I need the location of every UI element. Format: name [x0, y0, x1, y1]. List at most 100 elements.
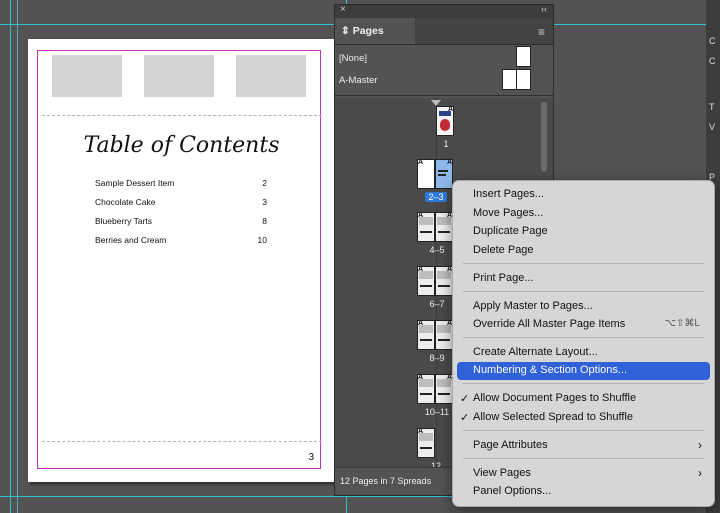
menu-item-panel-options[interactable]: Panel Options...	[457, 483, 710, 501]
toc-entry[interactable]: Blueberry Tarts 8	[95, 216, 267, 230]
scrollbar[interactable]	[541, 102, 547, 172]
menu-item-label: Duplicate Page	[473, 225, 548, 237]
toc-entry-name: Sample Dessert Item	[95, 178, 175, 188]
page-thumbnail[interactable]: A	[417, 320, 435, 350]
master-letter: A	[418, 159, 424, 166]
master-letter: A	[418, 428, 424, 435]
menu-item-label: Numbering & Section Options...	[473, 364, 628, 376]
cover-image	[440, 119, 450, 131]
toc-entry[interactable]: Chocolate Cake 3	[95, 197, 267, 211]
toc-entry-name: Chocolate Cake	[95, 197, 156, 207]
menu-item-numbering-section-options[interactable]: Numbering & Section Options...	[457, 362, 710, 380]
menu-separator	[463, 291, 704, 292]
master-letter: A	[446, 159, 452, 166]
sort-arrows-icon: ⇕	[341, 25, 353, 37]
spread-label: 8–9	[429, 353, 445, 363]
keyboard-shortcut: ⌥⇧⌘L	[664, 318, 700, 329]
master-label: [None]	[339, 53, 367, 64]
text-line	[420, 447, 432, 449]
page-thumbnail[interactable]: A	[436, 106, 454, 136]
toc-entry-page: 3	[262, 197, 267, 207]
spread-label: 10–11	[424, 407, 450, 417]
menu-separator	[463, 383, 704, 384]
page-margin-frame	[37, 50, 321, 469]
menu-item-create-alternate-layout[interactable]: Create Alternate Layout...	[457, 344, 710, 362]
master-label: A-Master	[339, 75, 378, 86]
menu-item-move-pages[interactable]: Move Pages...	[457, 205, 710, 223]
text-line	[438, 393, 450, 395]
menu-separator	[463, 337, 704, 338]
checkmark-icon: ✓	[460, 412, 470, 424]
menu-separator	[463, 458, 704, 459]
spread-label: 1	[443, 139, 449, 149]
page-count-status: 12 Pages in 7 Spreads	[340, 476, 432, 486]
text-line	[420, 393, 432, 395]
menu-item-apply-master[interactable]: Apply Master to Pages...	[457, 298, 710, 316]
text-line	[438, 170, 448, 172]
menu-item-delete-page[interactable]: Delete Page	[457, 242, 710, 260]
dashed-rule	[42, 441, 322, 442]
toc-entry-page: 10	[257, 235, 267, 245]
page-thumbnail[interactable]: A	[417, 374, 435, 404]
collapse-icon[interactable]: ‹‹	[541, 4, 547, 14]
page-thumbnail[interactable]: A	[435, 266, 453, 296]
guide-line	[17, 0, 18, 513]
menu-item-label: View Pages	[473, 467, 531, 479]
image-placeholder[interactable]	[236, 55, 306, 97]
pages-context-menu[interactable]: Insert Pages... Move Pages... Duplicate …	[452, 180, 715, 507]
page-number: 3	[308, 452, 314, 463]
panel-tab-bar: ⇕ Pages ≡	[335, 18, 553, 45]
menu-item-allow-spread-shuffle[interactable]: ✓ Allow Selected Spread to Shuffle	[457, 409, 710, 427]
toc-title[interactable]: Table of Contents	[28, 133, 335, 158]
master-letter: A	[418, 212, 424, 219]
menu-item-label: Page Attributes	[473, 439, 548, 451]
menu-item-label: Insert Pages...	[473, 188, 544, 200]
menu-item-page-attributes[interactable]: Page Attributes ›	[457, 437, 710, 455]
menu-item-override-master-items[interactable]: Override All Master Page Items ⌥⇧⌘L	[457, 316, 710, 334]
image-placeholder[interactable]	[144, 55, 214, 97]
page-thumbnail[interactable]: A	[435, 212, 453, 242]
toc-entry-name: Blueberry Tarts	[95, 216, 153, 226]
menu-separator	[463, 430, 704, 431]
text-line	[438, 231, 450, 233]
menu-item-allow-document-shuffle[interactable]: ✓ Allow Document Pages to Shuffle	[457, 390, 710, 408]
toc-entry[interactable]: Sample Dessert Item 2	[95, 178, 267, 192]
panel-letter: C	[709, 36, 716, 46]
toc-entry-name: Berries and Cream	[95, 235, 167, 245]
page-thumbnail[interactable]: A	[435, 320, 453, 350]
tab-pages[interactable]: ⇕ Pages	[335, 18, 415, 44]
panel-title-bar[interactable]: × ‹‹	[335, 4, 553, 18]
close-icon[interactable]: ×	[340, 4, 346, 15]
toc-entry-page: 8	[262, 216, 267, 226]
tab-label: Pages	[352, 25, 384, 37]
text-line	[420, 285, 432, 287]
menu-item-insert-pages[interactable]: Insert Pages...	[457, 186, 710, 204]
master-thumbnail[interactable]	[516, 46, 531, 67]
master-a[interactable]: A-Master	[335, 67, 553, 95]
page-thumbnail[interactable]: A	[435, 159, 453, 189]
image-placeholder[interactable]	[52, 55, 122, 97]
menu-item-label: Print Page...	[473, 272, 534, 284]
document-page[interactable]: Table of Contents Sample Dessert Item 2 …	[28, 39, 335, 482]
text-line	[438, 339, 450, 341]
page-thumbnail[interactable]: A	[417, 159, 435, 189]
panel-menu-icon[interactable]: ≡	[538, 25, 545, 39]
master-thumbnail-left[interactable]	[502, 69, 517, 90]
menu-item-view-pages[interactable]: View Pages ›	[457, 465, 710, 483]
master-thumbnail-right[interactable]	[516, 69, 531, 90]
text-line	[438, 174, 446, 176]
toc-entry-page: 2	[262, 178, 267, 188]
panel-letter: C	[709, 56, 716, 66]
page-thumbnail[interactable]: A	[417, 266, 435, 296]
guide-line	[10, 0, 11, 513]
menu-item-print-page[interactable]: Print Page...	[457, 270, 710, 288]
page-thumbnail[interactable]: A	[417, 212, 435, 242]
toc-entry[interactable]: Berries and Cream 10	[95, 235, 267, 249]
spread-label: 4–5	[429, 245, 445, 255]
master-letter: A	[418, 374, 424, 381]
checkmark-icon: ✓	[460, 393, 470, 405]
menu-item-duplicate-page[interactable]: Duplicate Page	[457, 223, 710, 241]
page-thumbnail[interactable]: A	[417, 428, 435, 458]
page-thumbnail[interactable]: A	[435, 374, 453, 404]
text-line	[438, 285, 450, 287]
